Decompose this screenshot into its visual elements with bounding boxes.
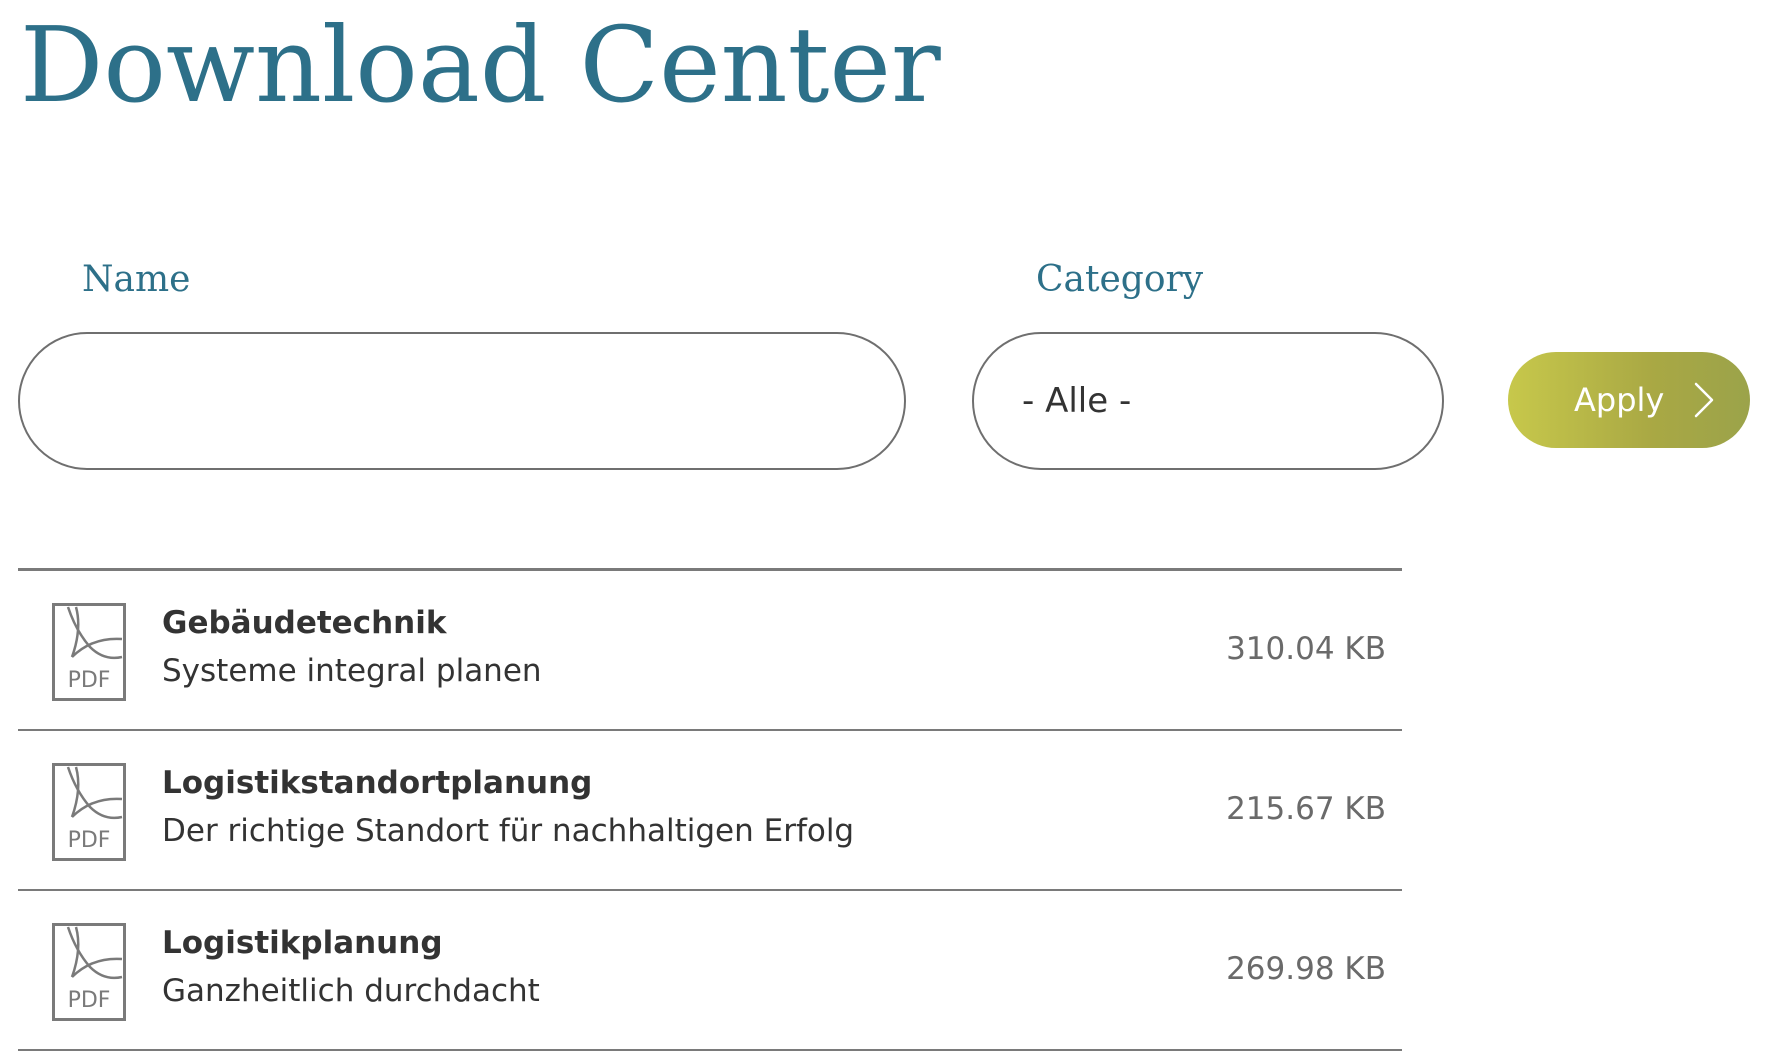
category-selected-value: - Alle - — [1022, 381, 1132, 421]
apply-button-label: Apply — [1574, 381, 1665, 419]
name-input[interactable] — [18, 332, 906, 470]
svg-text:PDF: PDF — [68, 668, 111, 693]
file-size: 310.04 KB — [1226, 631, 1386, 667]
apply-button[interactable]: Apply — [1508, 352, 1750, 448]
download-list: PDF Gebäudetechnik Systeme integral plan… — [18, 571, 1402, 1051]
file-size: 215.67 KB — [1226, 791, 1386, 827]
file-size: 269.98 KB — [1226, 951, 1386, 987]
pdf-icon: PDF — [52, 923, 126, 1021]
download-title[interactable]: Logistikstandortplanung — [162, 763, 592, 803]
download-row[interactable]: PDF Logistikplanung Ganzheitlich durchda… — [18, 891, 1402, 1051]
download-title[interactable]: Logistikplanung — [162, 923, 443, 963]
name-label: Name — [82, 259, 191, 300]
download-subtitle: Systeme integral planen — [162, 653, 542, 689]
svg-text:PDF: PDF — [68, 988, 111, 1013]
chevron-right-icon — [1694, 382, 1714, 418]
download-row[interactable]: PDF Logistikstandortplanung Der richtige… — [18, 731, 1402, 891]
download-title[interactable]: Gebäudetechnik — [162, 603, 446, 643]
pdf-icon: PDF — [52, 603, 126, 701]
page-title: Download Center — [20, 4, 941, 126]
download-subtitle: Der richtige Standort für nachhaltigen E… — [162, 813, 855, 849]
svg-text:PDF: PDF — [68, 828, 111, 853]
download-row[interactable]: PDF Gebäudetechnik Systeme integral plan… — [18, 571, 1402, 731]
download-subtitle: Ganzheitlich durchdacht — [162, 973, 540, 1009]
category-label: Category — [1036, 259, 1204, 300]
pdf-icon: PDF — [52, 763, 126, 861]
category-select[interactable]: - Alle - — [972, 332, 1444, 470]
